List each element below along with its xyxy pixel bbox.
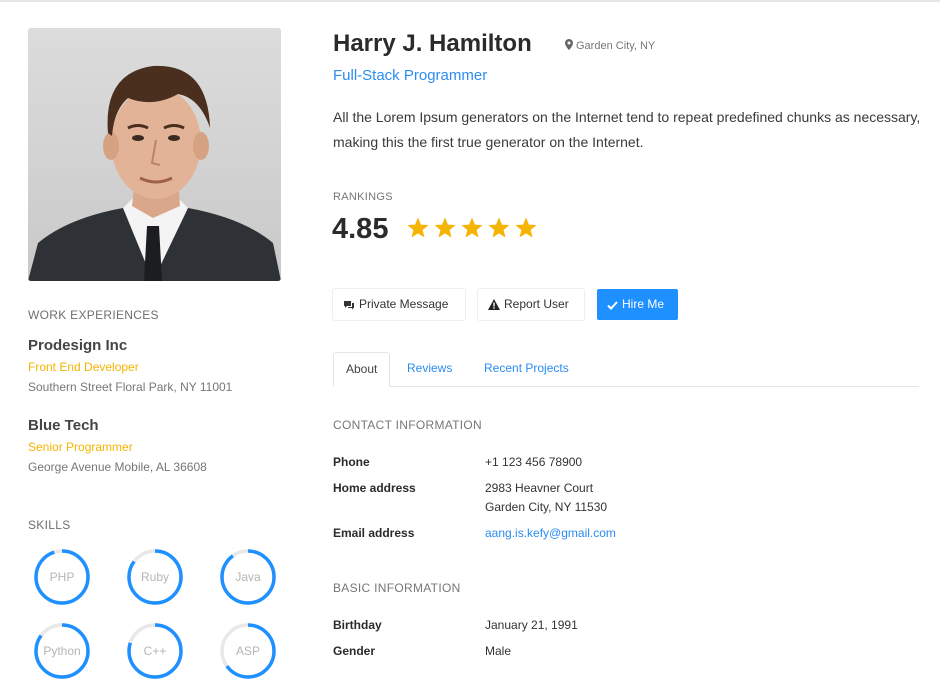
chat-icon <box>343 291 355 322</box>
report-user-label: Report User <box>504 297 569 311</box>
rankings-value: 4.85 <box>332 213 389 245</box>
skill-ring: Python <box>33 622 91 680</box>
address-line-1: 2983 Heavner Court <box>485 481 594 495</box>
skill-ring: PHP <box>33 548 91 606</box>
company-name: Prodesign Inc <box>28 337 128 354</box>
profile-photo <box>28 28 281 281</box>
skill-label: Ruby <box>140 570 169 584</box>
gender-key: Gender <box>333 644 376 658</box>
star-icon <box>487 216 511 240</box>
company-name: Blue Tech <box>28 417 99 434</box>
profile-bio: All the Lorem Ipsum generators on the In… <box>333 109 921 150</box>
skill-label: Python <box>43 644 81 658</box>
job-role: Senior Programmer <box>28 440 133 454</box>
home-address-key: Home address <box>333 481 416 495</box>
gender-value: Male <box>485 644 512 658</box>
work-item: Blue Tech Senior Programmer George Avenu… <box>28 417 288 474</box>
contact-information-label: CONTACT INFORMATION <box>333 418 483 432</box>
private-message-label: Private Message <box>359 297 449 311</box>
birthday-key: Birthday <box>333 618 382 632</box>
job-role: Front End Developer <box>28 360 139 374</box>
star-icon <box>433 216 457 240</box>
skills-label: SKILLS <box>28 518 71 532</box>
skill-label: Java <box>235 570 261 584</box>
check-icon <box>607 291 618 322</box>
skill-ring: Java <box>219 548 277 606</box>
email-link[interactable]: aang.is.kefy@gmail.com <box>485 524 616 543</box>
hire-me-button[interactable]: Hire Me <box>597 289 678 320</box>
warning-icon <box>488 291 500 322</box>
skill-ring: Ruby <box>126 548 184 606</box>
tab-reviews[interactable]: Reviews <box>395 352 464 386</box>
profile-tabs: About Reviews Recent Projects <box>333 352 919 387</box>
report-user-button[interactable]: Report User <box>478 289 584 320</box>
skill-label: C++ <box>143 644 167 658</box>
map-pin-icon <box>565 39 573 53</box>
star-icon <box>514 216 538 240</box>
tab-recent-projects[interactable]: Recent Projects <box>472 352 581 386</box>
location-text: Garden City, NY <box>576 40 656 52</box>
tab-about[interactable]: About <box>333 352 391 387</box>
home-address-value: 2983 Heavner Court Garden City, NY 11530 <box>485 479 607 517</box>
star-icon <box>406 216 430 240</box>
rating-stars <box>406 216 541 242</box>
skill-label: PHP <box>49 570 75 584</box>
rankings-label: RANKINGS <box>333 191 393 203</box>
company-address: George Avenue Mobile, AL 36608 <box>28 460 207 474</box>
profile-title: Full-Stack Programmer <box>333 67 488 84</box>
profile-name: Harry J. Hamilton <box>333 30 532 57</box>
address-line-2: Garden City, NY 11530 <box>485 500 608 514</box>
basic-information-label: BASIC INFORMATION <box>333 581 461 595</box>
email-address-key: Email address <box>333 526 415 540</box>
phone-value: +1 123 456 78900 <box>485 455 583 469</box>
skill-label: ASP <box>235 644 260 658</box>
top-divider <box>0 0 940 2</box>
skill-ring: ASP <box>219 622 277 680</box>
profile-location: Garden City, NY <box>565 39 655 53</box>
hire-me-label: Hire Me <box>622 297 665 311</box>
skill-ring: C++ <box>126 622 184 680</box>
work-experiences-label: WORK EXPERIENCES <box>28 308 159 322</box>
star-icon <box>460 216 484 240</box>
birthday-value: January 21, 1991 <box>485 618 578 632</box>
phone-key: Phone <box>333 455 370 469</box>
company-address: Southern Street Floral Park, NY 11001 <box>28 380 233 394</box>
work-item: Prodesign Inc Front End Developer Southe… <box>28 337 288 394</box>
private-message-button[interactable]: Private Message <box>333 289 465 320</box>
